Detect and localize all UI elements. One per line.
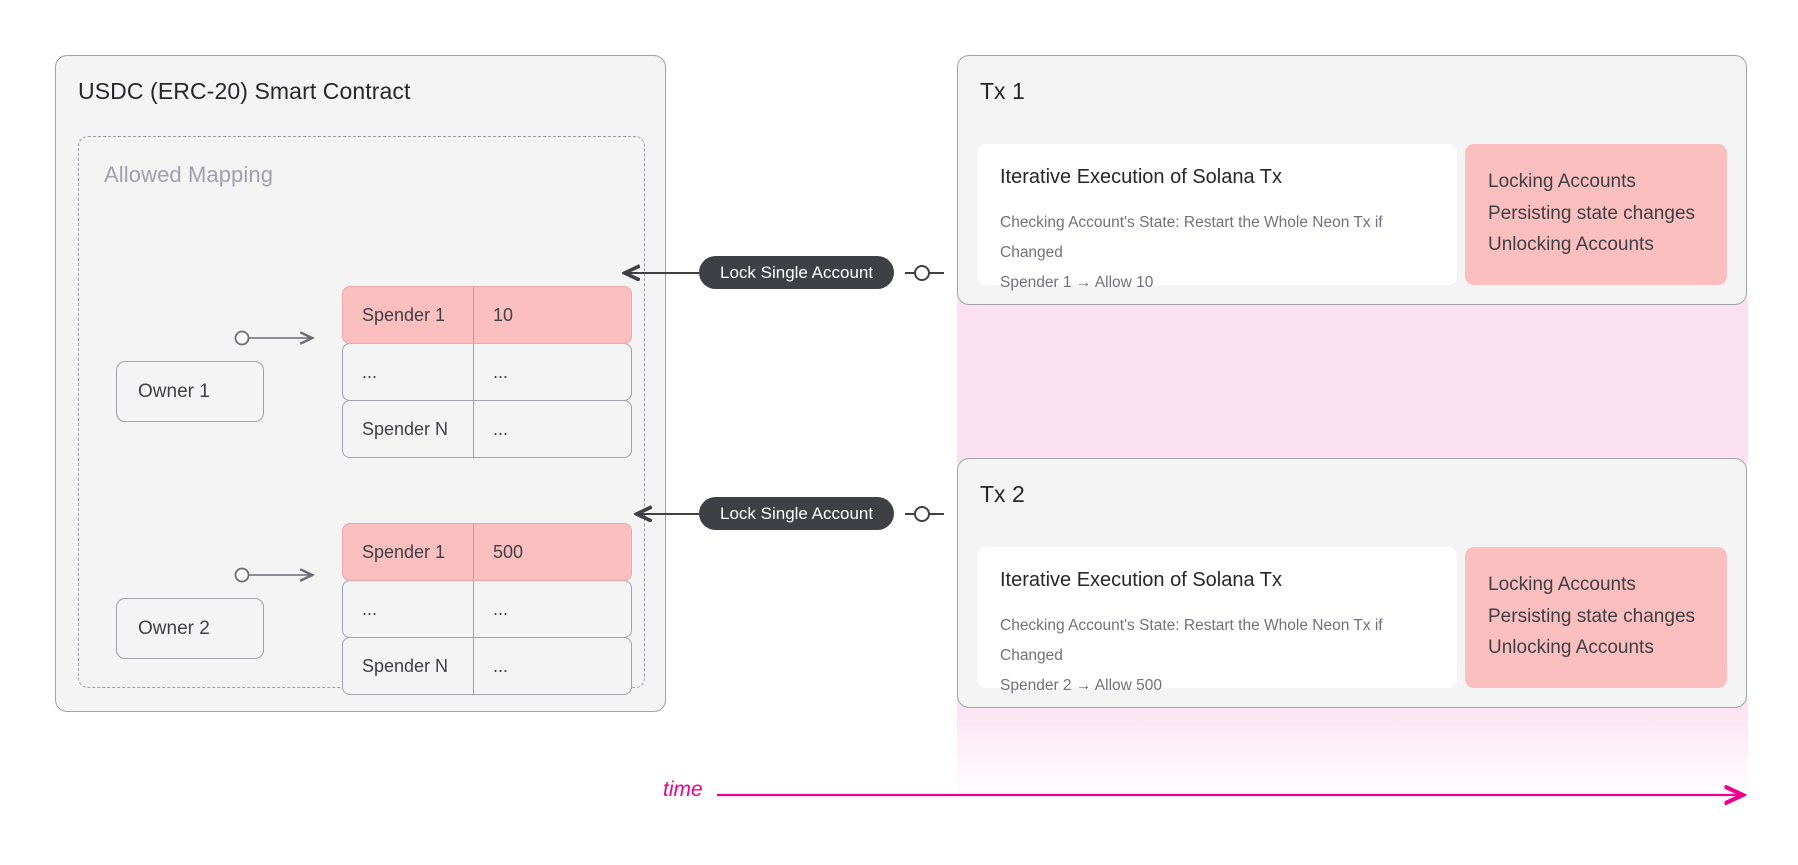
action-persisting-state: Persisting state changes [1488, 202, 1696, 224]
tx-title: Tx 2 [980, 481, 1025, 507]
allowance-cell: ... [493, 655, 509, 676]
time-axis-label: time [663, 778, 703, 801]
spender-cell: Spender N [343, 401, 474, 457]
diagram-canvas: USDC (ERC-20) Smart Contract Allowed Map… [0, 0, 1798, 865]
table-row[interactable]: Spender 1 10 [342, 286, 632, 344]
owner-label: Owner 1 [138, 380, 210, 402]
execution-detail-line-1: Checking Account's State: Restart the Wh… [1000, 214, 1383, 262]
owner-node-2[interactable]: Owner 2 [116, 598, 264, 659]
owner-node-1[interactable]: Owner 1 [116, 361, 264, 422]
allowance-cell: 500 [493, 541, 524, 562]
tx-actions-card: Locking Accounts Persisting state change… [1465, 144, 1727, 285]
action-persisting-state: Persisting state changes [1488, 605, 1696, 627]
action-unlocking-accounts: Unlocking Accounts [1488, 234, 1654, 256]
lock-single-account-pill-2[interactable]: Lock Single Account [699, 497, 895, 530]
execution-title: Iterative Execution of Solana Tx [1000, 166, 1283, 188]
allowance-cell: 10 [493, 304, 514, 325]
smart-contract-panel: USDC (ERC-20) Smart Contract Allowed Map… [55, 55, 666, 712]
lock-pill-label: Lock Single Account [720, 262, 874, 282]
execution-detail-line-2: Spender 2 → Allow 500 [1000, 677, 1162, 695]
tx-body: Iterative Execution of Solana Tx Checkin… [977, 547, 1727, 694]
tx-body: Iterative Execution of Solana Tx Checkin… [977, 144, 1727, 291]
lock-pill-label: Lock Single Account [720, 503, 874, 523]
tx-actions-card: Locking Accounts Persisting state change… [1465, 547, 1727, 688]
action-locking-accounts: Locking Accounts [1488, 171, 1636, 192]
execution-detail-line-2: Spender 1 → Allow 10 [1000, 274, 1154, 292]
action-locking-accounts: Locking Accounts [1488, 574, 1636, 595]
table-row[interactable]: Spender 1 500 [342, 523, 632, 581]
tx-title: Tx 1 [980, 78, 1025, 104]
allowance-table-owner-2: Spender 1 500 ... ... Spender N ... [342, 523, 632, 695]
iterative-execution-card: Iterative Execution of Solana Tx Checkin… [977, 547, 1457, 694]
transaction-panel-tx-1: Tx 1 Iterative Execution of Solana Tx Ch… [957, 55, 1747, 305]
execution-detail-line-1: Checking Account's State: Restart the Wh… [1000, 617, 1383, 665]
owner-label: Owner 2 [138, 617, 210, 639]
spender-cell: ... [343, 344, 474, 400]
spender-cell: Spender 1 [343, 287, 474, 343]
contract-title: USDC (ERC-20) Smart Contract [78, 78, 411, 104]
action-unlocking-accounts: Unlocking Accounts [1488, 637, 1654, 659]
tx2-connector-dot [914, 506, 930, 522]
time-band-between-transactions [957, 300, 1748, 463]
table-row[interactable]: ... ... [342, 580, 632, 638]
spender-cell: Spender N [343, 638, 474, 694]
table-row[interactable]: Spender N ... [342, 637, 632, 695]
execution-title: Iterative Execution of Solana Tx [1000, 569, 1283, 591]
allowed-mapping-label: Allowed Mapping [104, 162, 274, 187]
lock-single-account-pill-1[interactable]: Lock Single Account [699, 256, 895, 289]
allowance-table-owner-1: Spender 1 10 ... ... Spender N ... [342, 286, 632, 458]
allowance-cell: ... [493, 598, 509, 619]
spender-cell: ... [343, 581, 474, 637]
iterative-execution-card: Iterative Execution of Solana Tx Checkin… [977, 144, 1457, 291]
allowed-mapping-group: Allowed Mapping Owner 1 Owner 2 Spender … [78, 136, 645, 695]
time-band-fade [957, 700, 1748, 796]
spender-cell: Spender 1 [343, 524, 474, 580]
transaction-panel-tx-2: Tx 2 Iterative Execution of Solana Tx Ch… [957, 458, 1747, 708]
allowance-cell: ... [493, 418, 509, 439]
table-row[interactable]: Spender N ... [342, 400, 632, 458]
allowance-cell: ... [493, 361, 509, 382]
table-row[interactable]: ... ... [342, 343, 632, 401]
tx1-connector-dot [914, 265, 930, 281]
